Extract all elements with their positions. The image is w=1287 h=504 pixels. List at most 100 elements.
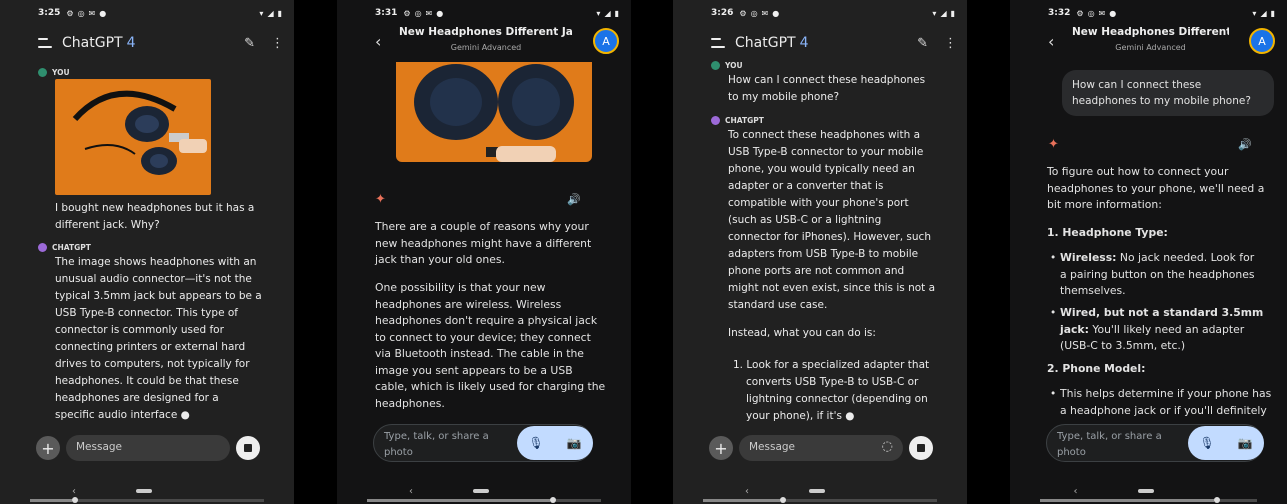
home-pill-icon[interactable]	[1137, 489, 1154, 493]
gemini-sparkle-icon: ✦	[375, 192, 386, 207]
stop-button[interactable]	[236, 436, 260, 460]
battery-icon: ▮	[277, 8, 282, 18]
conversation-title: New Headphones Different Ja...	[399, 26, 573, 38]
bot-response: To connect these headphones with a USB T…	[728, 129, 936, 311]
back-arrow-icon[interactable]: ‹	[1048, 32, 1054, 51]
new-chat-icon[interactable]: ✎	[244, 36, 255, 51]
settings-icon: ⚙	[66, 8, 74, 18]
typing-cursor: ●	[845, 410, 855, 422]
gemini-response-para-2: One possibility is that your new headpho…	[375, 281, 606, 410]
phone-panel-chatgpt-1: 3:25 ⚙ ◎ ✉ ● ▾ ◢ ▮ ChatGPT 4 ✎ ⋮ YOU I bought n…	[0, 0, 294, 504]
message-input[interactable]: Message	[66, 435, 230, 461]
dot-icon: ●	[1109, 8, 1117, 18]
more-options-icon[interactable]: ⋮	[271, 36, 284, 51]
user-message: How can I connect these headphones to my…	[728, 74, 926, 103]
new-chat-icon[interactable]: ✎	[917, 36, 928, 51]
app-title: ChatGPT 4	[62, 35, 136, 51]
status-time: 3:25	[38, 8, 61, 18]
mail-icon: ✉	[88, 8, 96, 18]
settings-icon: ⚙	[403, 8, 411, 18]
bot-response-instead: Instead, what you can do is:	[728, 327, 876, 339]
chatgpt-label: CHATGPT	[38, 243, 91, 252]
back-nav-icon[interactable]: ‹	[745, 486, 749, 497]
clock-icon: ◎	[750, 8, 758, 18]
input-actions-pill: 🎙 📷	[1188, 426, 1264, 460]
user-avatar	[711, 61, 720, 70]
wifi-icon: ▾	[1252, 8, 1257, 18]
home-pill-icon[interactable]	[473, 489, 489, 493]
mic-icon[interactable]: 🎙	[1199, 436, 1214, 450]
wifi-icon: ▾	[259, 8, 264, 18]
dot-icon: ●	[436, 8, 444, 18]
gemini-sparkle-icon: ✦	[1048, 137, 1059, 152]
phone-panel-gemini-1: 3:31 ⚙ ◎ ✉ ● ▾ ◢ ▮ ‹ New Headphones Different…	[337, 0, 631, 504]
bullet-phone-model: This helps determine if your phone has a…	[1060, 387, 1272, 417]
typing-cursor: ●	[180, 409, 190, 421]
stop-button[interactable]	[909, 436, 933, 460]
user-message: I bought new headphones but it has a dif…	[55, 202, 255, 231]
chatgpt-avatar	[711, 116, 720, 125]
mail-icon: ✉	[425, 8, 433, 18]
video-progress[interactable]	[30, 497, 264, 503]
back-nav-icon[interactable]: ‹	[409, 486, 413, 497]
heading-headphone-type: 1. Headphone Type:	[1047, 226, 1168, 239]
app-bar: ChatGPT 4 ✎ ⋮	[0, 26, 294, 60]
bullet-wired: Wired, but not a standard 3.5mm jack: Yo…	[1060, 306, 1264, 352]
user-message-bubble: How can I connect these headphones to my…	[1062, 70, 1274, 116]
video-progress[interactable]	[1040, 497, 1257, 503]
message-input[interactable]: Message ◌	[739, 435, 903, 461]
home-pill-icon[interactable]	[809, 489, 825, 493]
video-progress[interactable]	[367, 497, 601, 503]
status-bar: 3:26 ⚙ ◎ ✉ ● ▾ ◢ ▮	[711, 8, 955, 18]
app-title: ChatGPT 4	[735, 35, 809, 51]
signal-icon: ◢	[267, 8, 274, 18]
bullet-wireless: Wireless: No jack needed. Look for a pai…	[1060, 251, 1255, 297]
app-bar: ChatGPT 4 ✎ ⋮	[673, 26, 967, 60]
back-nav-icon[interactable]: ‹	[72, 486, 76, 497]
add-attachment-button[interactable]: +	[709, 436, 733, 460]
account-avatar[interactable]: A	[593, 28, 619, 54]
you-label: YOU	[38, 68, 70, 77]
gemini-header: ‹ New Headphones Different Ja... Gemini …	[337, 24, 631, 64]
more-options-icon[interactable]: ⋮	[944, 36, 957, 51]
signal-icon: ◢	[1260, 8, 1267, 18]
headphones-image	[72, 90, 207, 175]
wifi-icon: ▾	[596, 8, 601, 18]
speaker-icon[interactable]: 🔊	[1238, 138, 1252, 151]
clock-icon: ◎	[77, 8, 85, 18]
camera-icon[interactable]: 📷	[1238, 436, 1253, 450]
heading-phone-model: 2. Phone Model:	[1047, 362, 1146, 375]
loading-spinner-icon: ◌	[881, 439, 893, 454]
mic-icon[interactable]: 🎙	[528, 436, 543, 450]
gemini-header: ‹ New Headphones Different Ja... Gemini …	[1010, 24, 1287, 64]
signal-icon: ◢	[604, 8, 611, 18]
headphones-closeup-image	[414, 64, 574, 162]
user-avatar	[38, 68, 47, 77]
gemini-response-para-1: There are a couple of reasons why your n…	[375, 220, 592, 266]
battery-icon: ▮	[950, 8, 955, 18]
headphones-photo	[55, 79, 211, 195]
battery-icon: ▮	[1270, 8, 1275, 18]
you-label: YOU	[711, 61, 743, 70]
home-pill-icon[interactable]	[136, 489, 152, 493]
battery-icon: ▮	[614, 8, 619, 18]
video-progress[interactable]	[703, 497, 937, 503]
account-avatar[interactable]: A	[1249, 28, 1275, 54]
add-attachment-button[interactable]: +	[36, 436, 60, 460]
dot-icon: ●	[99, 8, 107, 18]
gemini-intro: To figure out how to connect your headph…	[1047, 165, 1265, 211]
settings-icon: ⚙	[739, 8, 747, 18]
chatgpt-avatar	[38, 243, 47, 252]
menu-icon[interactable]	[711, 38, 725, 48]
chatgpt-label: CHATGPT	[711, 116, 764, 125]
clock-icon: ◎	[1087, 8, 1095, 18]
mail-icon: ✉	[1098, 8, 1106, 18]
back-arrow-icon[interactable]: ‹	[375, 32, 381, 51]
back-nav-icon[interactable]: ‹	[1074, 486, 1078, 497]
input-actions-pill: 🎙 📷	[517, 426, 593, 460]
camera-icon[interactable]: 📷	[567, 436, 582, 450]
speaker-icon[interactable]: 🔊	[567, 193, 581, 206]
status-bar: 3:32 ⚙ ◎ ✉ ● ▾ ◢ ▮	[1048, 8, 1275, 18]
menu-icon[interactable]	[38, 38, 52, 48]
settings-icon: ⚙	[1076, 8, 1084, 18]
